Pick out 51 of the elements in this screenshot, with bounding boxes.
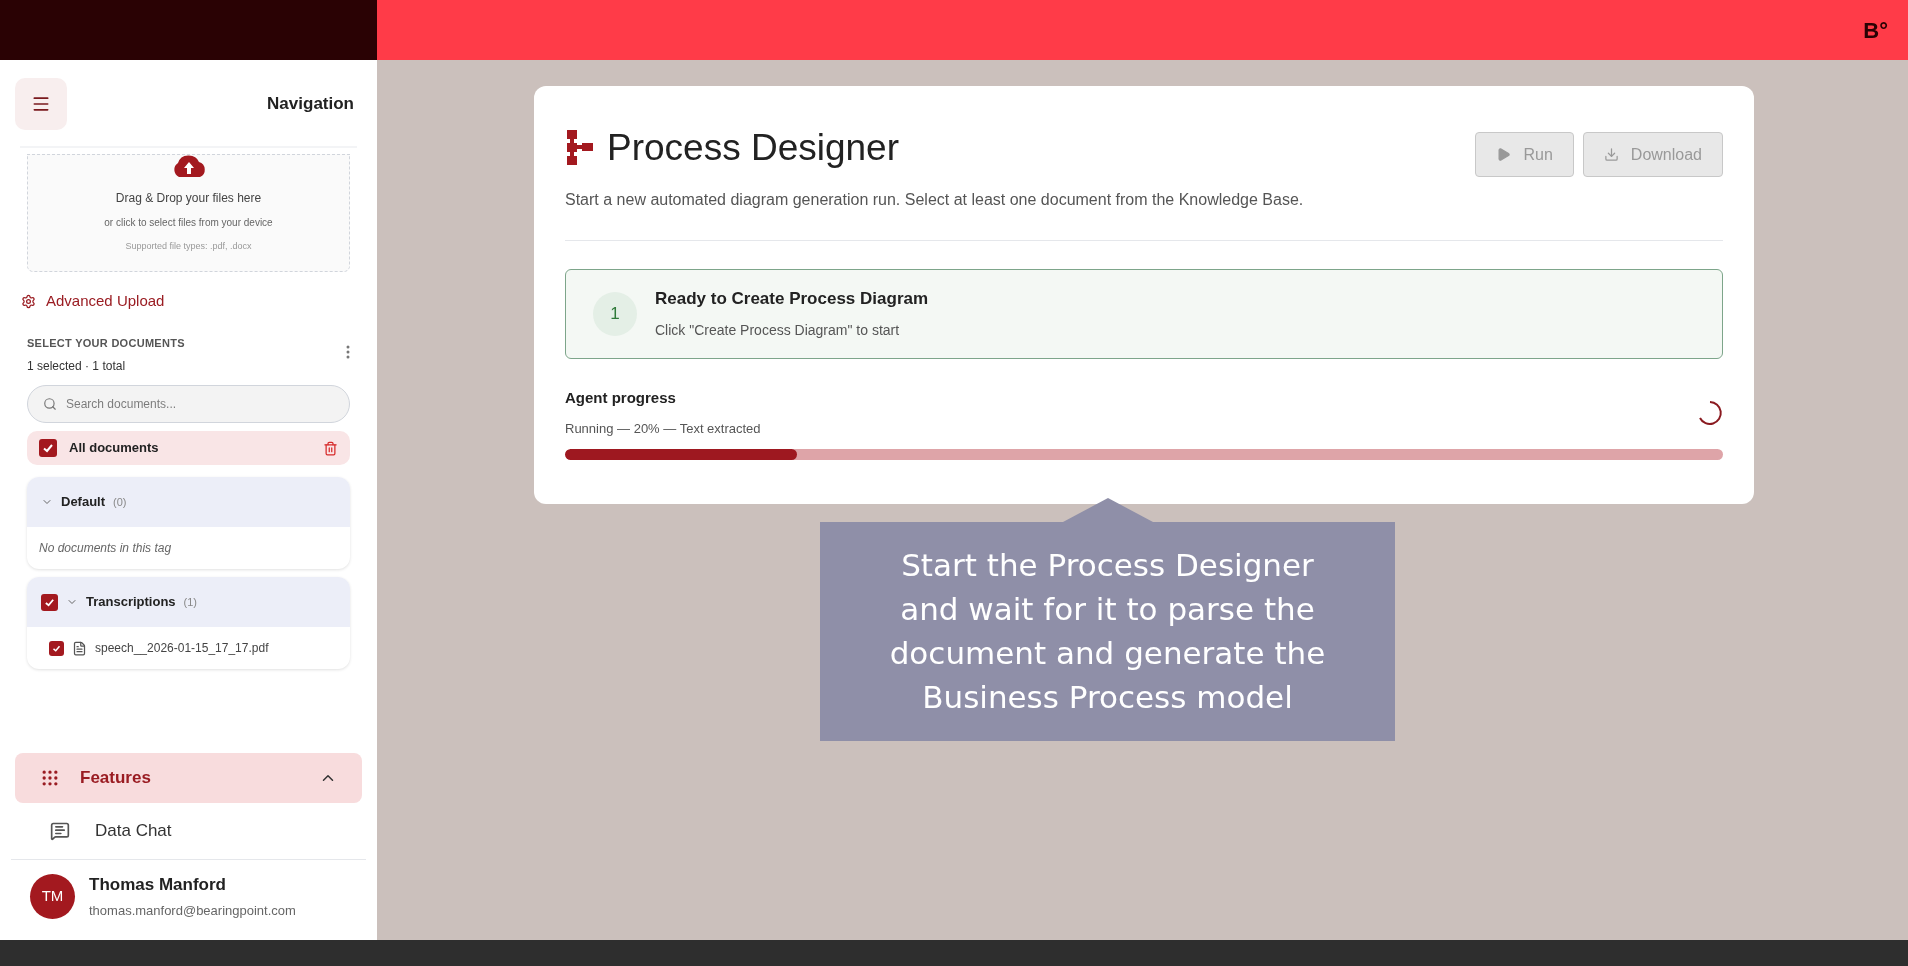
file-name[interactable]: speech__2026-01-15_17_17.pdf	[95, 639, 269, 657]
empty-message: No documents in this tag	[39, 540, 173, 557]
callout-text: Start the Process Designer and wait for it to parse the document and generate the Business Process model	[888, 546, 1327, 717]
upload-dropzone[interactable]: Drag & Drop your files here or click to select files from your device Supported file types: .pdf, .docx	[27, 154, 350, 272]
step-description: Click "Create Process Diagram" to start	[655, 320, 901, 340]
download-icon	[1603, 147, 1619, 162]
dropzone-hint: Supported file types: .pdf, .docx	[125, 240, 252, 253]
selection-summary: 1 selected · 1 total	[27, 358, 127, 375]
menu-icon	[31, 94, 51, 114]
step-number: 1	[593, 291, 637, 336]
user-name: Thomas Manford	[89, 874, 227, 896]
page-title: Process Designer	[607, 126, 899, 170]
search-icon	[43, 397, 57, 411]
page-subtitle: Start a new automated diagram generation run. Select at least one document from the Knowledge Base.	[565, 189, 1304, 210]
checkbox[interactable]	[41, 593, 58, 611]
hierarchy-icon	[565, 129, 595, 166]
checkmark-icon	[44, 596, 55, 608]
gear-icon	[21, 293, 36, 309]
section-heading: SELECT YOUR DOCUMENTS	[27, 335, 185, 351]
feature-item[interactable]: Data Chat	[15, 803, 362, 859]
features-section[interactable]: Features	[15, 753, 362, 803]
tag-count: (1)	[183, 594, 198, 610]
progress-status: Running — 20% — Text extracted	[565, 420, 761, 438]
all-documents-label: All documents	[69, 439, 160, 458]
document-icon	[72, 640, 87, 656]
user-avatar: TM	[30, 873, 75, 919]
tag-count: (0)	[113, 494, 127, 510]
tag-name: Transcriptions	[86, 593, 176, 612]
grid-icon	[40, 768, 60, 788]
more-options-icon[interactable]	[346, 344, 350, 359]
tag-name: Default	[61, 493, 106, 512]
progress-title: Agent progress	[565, 387, 677, 408]
dropzone-title: Drag & Drop your files here	[115, 190, 262, 207]
all-documents-row[interactable]: All documents	[27, 431, 350, 465]
chat-icon	[50, 821, 70, 841]
tag-group-header[interactable]: Default (0)	[27, 477, 350, 527]
play-icon	[1496, 147, 1512, 162]
search-field[interactable]: Search documents...	[27, 385, 350, 423]
step-title: Ready to Create Process Diagram	[655, 288, 929, 311]
checkmark-icon	[42, 442, 54, 454]
tag-group-header[interactable]: Transcriptions (1)	[27, 577, 350, 627]
sidebar-title: Navigation	[267, 93, 355, 116]
checkbox[interactable]	[49, 640, 64, 656]
logo: B°	[1863, 16, 1888, 45]
menu-button[interactable]	[15, 78, 67, 130]
checkmark-icon	[52, 643, 61, 653]
user-email: thomas.manford@bearingpoint.com	[89, 901, 296, 920]
dropzone-subtitle: or click to select files from your device	[104, 216, 273, 230]
advanced-upload-link[interactable]: Advanced Upload	[21, 290, 362, 313]
trash-icon[interactable]	[323, 440, 338, 456]
checkbox[interactable]	[39, 439, 57, 457]
